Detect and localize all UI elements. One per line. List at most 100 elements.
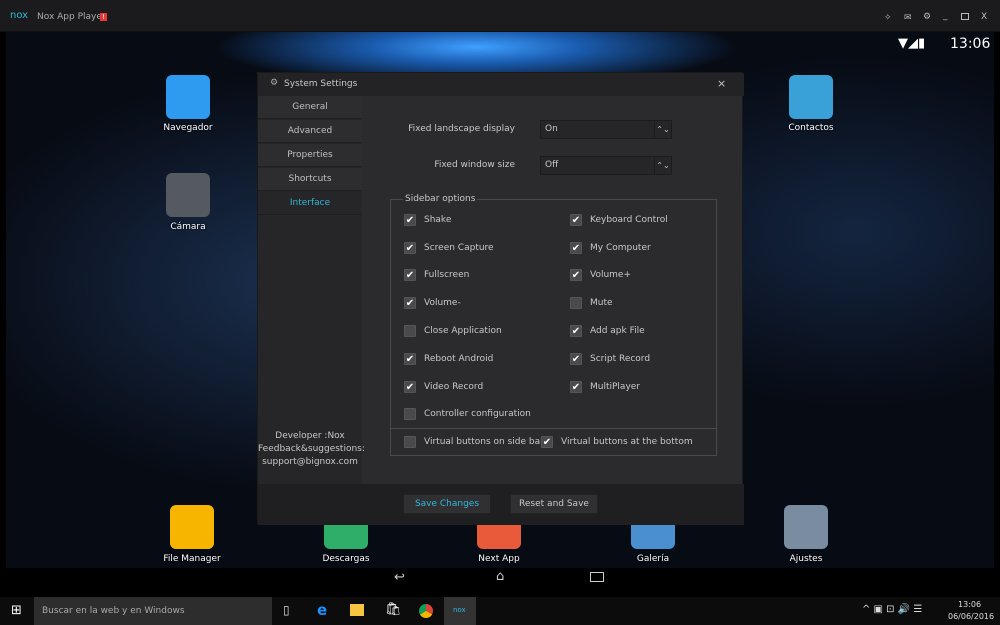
app-icon-0[interactable] [166,75,210,119]
edge-icon[interactable]: e [317,601,327,619]
checkbox-label[interactable]: Reboot Android [424,354,493,364]
app-label[interactable]: Descargas [296,554,396,564]
app-label[interactable]: Navegador [138,123,238,133]
app-label[interactable]: Cámara [138,222,238,232]
app-label[interactable]: Ajustes [756,554,856,564]
checkbox-label[interactable]: Close Application [424,326,502,336]
checkbox-label[interactable]: Screen Capture [424,243,494,253]
field-select[interactable]: Off ⌃⌄ [540,156,672,175]
checkbox-label[interactable]: Controller configuration [424,409,531,419]
checkbox[interactable]: ✔ [570,353,582,365]
checkbox[interactable]: ✔ [570,381,582,393]
tab-general[interactable]: General [258,96,362,119]
minimize-icon[interactable]: _ [943,11,948,21]
chevron-updown-icon[interactable]: ⌃⌄ [654,157,671,174]
reset-and-save-button[interactable]: Reset and Save [510,494,598,514]
android-nav-bar: ↩ ⌂ [6,568,994,590]
close-icon[interactable]: X [981,12,987,22]
tab-shortcuts[interactable]: Shortcuts [258,168,362,191]
windows-start-icon[interactable]: ⊞ [11,603,22,618]
taskbar-date: 06/06/2016 [948,612,995,621]
divider [391,428,716,429]
store-icon[interactable]: 🛍 [385,602,402,617]
gear-icon[interactable]: ⚙ [923,12,931,22]
checkbox-label[interactable]: Mute [590,298,613,308]
settings-sidebar: General Advanced Properties Shortcuts Interf… [258,96,365,484]
nox-logo: nox [10,10,29,21]
field-label: Fixed window size [434,160,515,170]
checkbox[interactable]: ✔ [541,436,553,448]
checkbox-label[interactable]: Script Record [590,354,650,364]
app-icon-7[interactable] [784,505,828,549]
app-icon-1[interactable] [166,173,210,217]
app-icon-2[interactable] [789,75,833,119]
chevron-updown-icon[interactable]: ⌃⌄ [654,121,671,138]
checkbox[interactable]: ✔ [404,242,416,254]
save-changes-button[interactable]: Save Changes [403,494,491,514]
home-icon[interactable]: ⌂ [496,569,504,584]
checkbox[interactable]: ✔ [404,214,416,226]
recents-icon[interactable] [590,572,604,582]
checkbox[interactable]: ✔ [570,269,582,281]
clock: 13:06 [950,36,991,52]
checkbox-label[interactable]: Fullscreen [424,270,469,280]
dialog-title-bar: ⚙ System Settings × [258,73,744,96]
checkbox-label[interactable]: Shake [424,215,451,225]
checkbox[interactable]: ✔ [570,325,582,337]
dialog-close-button[interactable]: × [717,77,726,90]
nox-taskbar-button[interactable]: nox [444,597,476,625]
checkbox[interactable]: ✔ [404,269,416,281]
system-settings-dialog: ⚙ System Settings × General Advanced Prope… [257,72,744,525]
window-title: Nox App Player [37,12,106,22]
checkbox-label[interactable]: Add apk File [590,326,645,336]
checkbox[interactable] [404,436,416,448]
field-select[interactable]: On ⌃⌄ [540,120,672,139]
wifi-icon: ▼◢▮ [898,36,926,51]
app-label[interactable]: Contactos [761,123,861,133]
feedback-label: Feedback&suggestions: [258,444,365,454]
file-explorer-icon[interactable] [350,604,364,616]
checkbox[interactable] [404,325,416,337]
checkbox-label[interactable]: Volume+ [590,270,631,280]
search-placeholder: Buscar en la web y en Windows [42,606,185,616]
checkbox[interactable]: ✔ [404,353,416,365]
group-title: Sidebar options [403,194,478,204]
dialog-title: System Settings [284,79,358,89]
maximize-icon[interactable] [961,13,969,20]
select-value: On [545,124,558,134]
pin-icon[interactable]: ✧ [884,13,892,23]
checkbox[interactable]: ✔ [404,381,416,393]
checkbox-label[interactable]: Volume- [424,298,461,308]
app-icon-3[interactable] [170,505,214,549]
checkbox-label[interactable]: MultiPlayer [590,382,640,392]
checkbox-label[interactable]: Virtual buttons on side bar [424,437,544,447]
taskbar-time: 13:06 [958,600,982,609]
app-label[interactable]: File Manager [142,554,242,564]
message-icon[interactable]: ✉ [904,13,912,23]
checkbox[interactable]: ✔ [404,297,416,309]
chrome-icon[interactable] [419,604,433,618]
search-box[interactable]: Buscar en la web y en Windows [34,597,272,625]
checkbox-label[interactable]: Video Record [424,382,483,392]
tray-icons[interactable]: ^ ▣ ⊡ 🔊 ☰ [862,604,922,615]
checkbox-label[interactable]: My Computer [590,243,651,253]
checkbox[interactable] [570,297,582,309]
gear-icon: ⚙ [270,78,279,88]
checkbox[interactable]: ✔ [570,242,582,254]
tab-advanced[interactable]: Advanced [258,120,362,143]
checkbox[interactable]: ✔ [570,214,582,226]
task-view-icon[interactable]: ▯ [283,603,290,617]
app-label[interactable]: Galería [603,554,703,564]
back-icon[interactable]: ↩ [394,570,405,585]
windows-taskbar: ⊞ Buscar en la web y en Windows ▯ e 🛍 no… [0,597,1000,625]
tab-properties[interactable]: Properties [258,144,362,167]
checkbox-label[interactable]: Virtual buttons at the bottom [561,437,693,447]
notification-badge[interactable]: ! [100,13,107,21]
tab-interface[interactable]: Interface [258,192,362,215]
checkbox[interactable] [404,408,416,420]
field-label: Fixed landscape display [408,124,515,134]
checkbox-label[interactable]: Keyboard Control [590,215,668,225]
select-value: Off [545,160,559,170]
app-label[interactable]: Next App [449,554,549,564]
developer-label: Developer :Nox [275,431,345,441]
